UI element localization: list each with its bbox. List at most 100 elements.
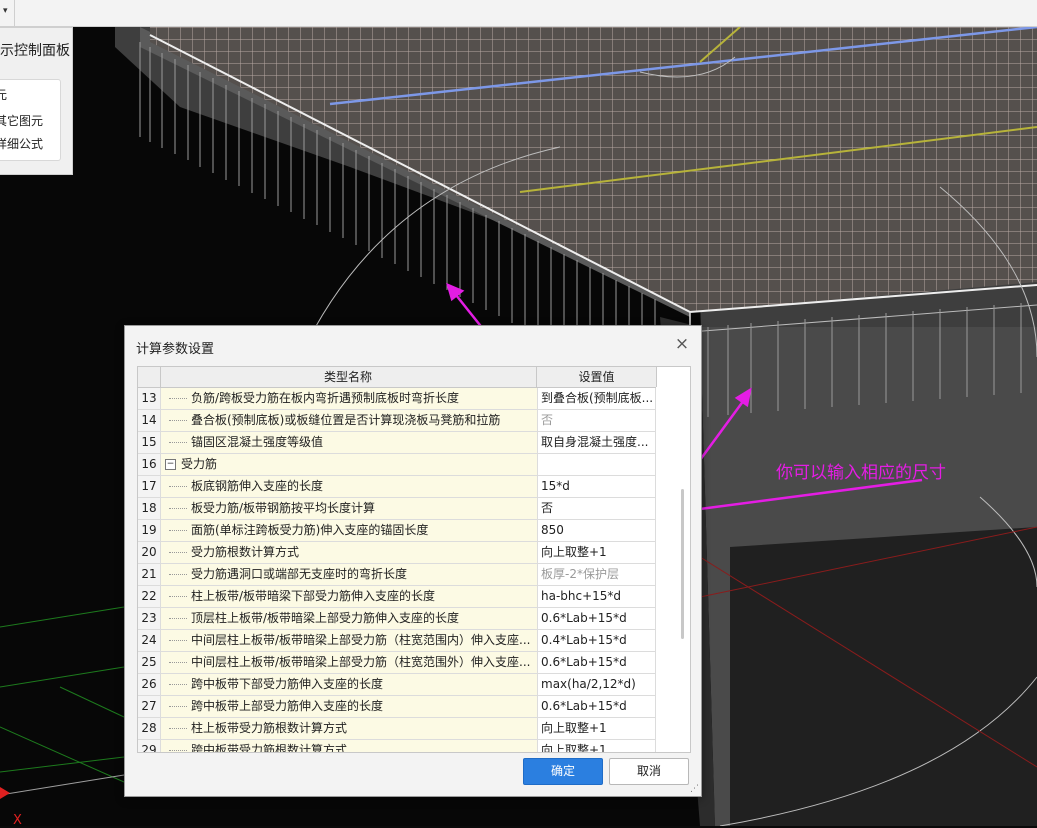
collapse-icon[interactable]: − [165, 459, 176, 470]
table-row[interactable]: 20 受力筋根数计算方式 向上取整+1 [138, 542, 656, 564]
tree-connector [169, 750, 187, 751]
row-name-cell: 柱上板带/板带暗梁下部受力筋伸入支座的长度 [161, 586, 538, 607]
header-name-column[interactable]: 类型名称 [160, 367, 537, 387]
row-value-cell[interactable]: 850 [538, 520, 656, 541]
row-number: 28 [138, 718, 161, 739]
tree-connector [169, 442, 187, 443]
calc-params-dialog: 计算参数设置 × 类型名称 设置值 13 负筋/跨板受力筋在板内弯折遇预制底板时弯… [124, 325, 702, 797]
table-row[interactable]: 28 柱上板带受力筋根数计算方式 向上取整+1 [138, 718, 656, 740]
row-name-cell: 跨中板带上部受力筋伸入支座的长度 [161, 696, 538, 717]
row-name-label: 锚固区混凝土强度等级值 [191, 435, 324, 449]
table-row[interactable]: 22 柱上板带/板带暗梁下部受力筋伸入支座的长度 ha-bhc+15*d [138, 586, 656, 608]
table-row[interactable]: 24 中间层柱上板带/板带暗梁上部受力筋（柱宽范围内）伸入支座... 0.4*Lab… [138, 630, 656, 652]
row-number: 22 [138, 586, 161, 607]
row-value-cell[interactable]: 板厚-2*保护层 [538, 564, 656, 585]
table-row[interactable]: 29 跨中板带受力筋根数计算方式 向上取整+1 [138, 740, 656, 753]
row-name-cell: 面筋(单标注跨板受力筋)伸入支座的锚固长度 [161, 520, 538, 541]
row-number: 23 [138, 608, 161, 629]
cancel-button[interactable]: 取消 [609, 758, 689, 785]
row-value-cell[interactable]: 否 [538, 410, 656, 431]
tree-connector [169, 728, 187, 729]
row-number: 26 [138, 674, 161, 695]
header-value-column[interactable]: 设置值 [537, 367, 657, 387]
row-value-cell[interactable] [538, 454, 656, 475]
vertical-scrollbar[interactable] [657, 367, 689, 752]
row-value-cell[interactable]: 向上取整+1 [538, 718, 656, 739]
row-number: 24 [138, 630, 161, 651]
table-row[interactable]: 13 负筋/跨板受力筋在板内弯折遇预制底板时弯折长度 到叠合板(预制底板... [138, 388, 656, 410]
dialog-title: 计算参数设置 [136, 342, 215, 357]
ok-button[interactable]: 确定 [523, 758, 603, 785]
tree-connector [169, 552, 187, 553]
row-name-label: 柱上板带受力筋根数计算方式 [191, 721, 348, 735]
header-num-column [138, 367, 161, 387]
control-option-1[interactable]: 元 [0, 86, 7, 103]
tree-connector [169, 530, 187, 531]
row-name-cell: 叠合板(预制底板)或板缝位置是否计算现浇板马凳筋和拉筋 [161, 410, 538, 431]
params-table: 类型名称 设置值 13 负筋/跨板受力筋在板内弯折遇预制底板时弯折长度 到叠合板(预… [137, 366, 691, 753]
row-value-cell[interactable]: 0.6*Lab+15*d [538, 608, 656, 629]
row-value-cell[interactable]: ha-bhc+15*d [538, 586, 656, 607]
table-row[interactable]: 17 板底钢筋伸入支座的长度 15*d [138, 476, 656, 498]
table-row[interactable]: 16− 受力筋 [138, 454, 656, 476]
row-value-cell[interactable]: 到叠合板(预制底板... [538, 388, 656, 409]
resize-grip-icon[interactable]: ⋰ [690, 784, 699, 794]
dropdown-arrow-icon[interactable]: ▾ [3, 6, 8, 16]
row-value-cell[interactable]: 0.6*Lab+15*d [538, 652, 656, 673]
close-icon[interactable]: × [673, 335, 691, 353]
control-option-3[interactable]: 详细公式 [0, 135, 43, 152]
row-name-cell: 中间层柱上板带/板带暗梁上部受力筋（柱宽范围外）伸入支座... [161, 652, 538, 673]
row-number: 20 [138, 542, 161, 563]
row-number: 27 [138, 696, 161, 717]
annotation-text: 你可以输入相应的尺寸 [776, 463, 946, 483]
scrollbar-thumb[interactable] [681, 489, 684, 639]
row-name-label: 板底钢筋伸入支座的长度 [191, 479, 324, 493]
row-number: 13 [138, 388, 161, 409]
tree-connector [169, 398, 187, 399]
row-number: 16 [138, 454, 161, 475]
table-body: 13 负筋/跨板受力筋在板内弯折遇预制底板时弯折长度 到叠合板(预制底板... 14 叠… [138, 388, 656, 753]
row-name-cell: 跨中板带下部受力筋伸入支座的长度 [161, 674, 538, 695]
row-name-cell: − 受力筋 [161, 454, 538, 475]
table-row[interactable]: 21 受力筋遇洞口或端部无支座时的弯折长度 板厚-2*保护层 [138, 564, 656, 586]
table-row[interactable]: 14 叠合板(预制底板)或板缝位置是否计算现浇板马凳筋和拉筋 否 [138, 410, 656, 432]
table-row[interactable]: 18 板受力筋/板带钢筋按平均长度计算 否 [138, 498, 656, 520]
tree-connector [169, 486, 187, 487]
control-option-2[interactable]: 其它图元 [0, 112, 43, 129]
row-name-label: 跨中板带受力筋根数计算方式 [191, 743, 348, 753]
row-name-label: 跨中板带上部受力筋伸入支座的长度 [191, 699, 384, 713]
row-name-label: 受力筋 [181, 457, 218, 471]
tree-connector [169, 684, 187, 685]
row-number: 25 [138, 652, 161, 673]
table-row[interactable]: 25 中间层柱上板带/板带暗梁上部受力筋（柱宽范围外）伸入支座... 0.6*Lab… [138, 652, 656, 674]
row-value-cell[interactable]: 向上取整+1 [538, 542, 656, 563]
row-name-cell: 负筋/跨板受力筋在板内弯折遇预制底板时弯折长度 [161, 388, 538, 409]
table-row[interactable]: 19 面筋(单标注跨板受力筋)伸入支座的锚固长度 850 [138, 520, 656, 542]
row-value-cell[interactable]: 取自身混凝土强度... [538, 432, 656, 453]
row-value-cell[interactable]: 0.6*Lab+15*d [538, 696, 656, 717]
row-name-label: 顶层柱上板带/板带暗梁上部受力筋伸入支座的长度 [191, 611, 460, 625]
row-name-cell: 锚固区混凝土强度等级值 [161, 432, 538, 453]
row-name-cell: 柱上板带受力筋根数计算方式 [161, 718, 538, 739]
row-name-label: 受力筋根数计算方式 [191, 545, 300, 559]
tree-connector [169, 618, 187, 619]
table-row[interactable]: 15 锚固区混凝土强度等级值 取自身混凝土强度... [138, 432, 656, 454]
tree-connector [169, 596, 187, 597]
table-row[interactable]: 27 跨中板带上部受力筋伸入支座的长度 0.6*Lab+15*d [138, 696, 656, 718]
row-value-cell[interactable]: 否 [538, 498, 656, 519]
control-panel-options: 元 其它图元 详细公式 [0, 79, 61, 161]
row-name-cell: 跨中板带受力筋根数计算方式 [161, 740, 538, 753]
row-value-cell[interactable]: 0.4*Lab+15*d [538, 630, 656, 651]
table-row[interactable]: 23 顶层柱上板带/板带暗梁上部受力筋伸入支座的长度 0.6*Lab+15*d [138, 608, 656, 630]
row-value-cell[interactable]: max(ha/2,12*d) [538, 674, 656, 695]
control-panel-title: 示控制面板 [0, 43, 70, 59]
tree-connector [169, 574, 187, 575]
row-value-cell[interactable]: 向上取整+1 [538, 740, 656, 752]
row-number: 14 [138, 410, 161, 431]
row-name-label: 中间层柱上板带/板带暗梁上部受力筋（柱宽范围外）伸入支座... [191, 655, 531, 669]
row-value-cell[interactable]: 15*d [538, 476, 656, 497]
row-name-label: 柱上板带/板带暗梁下部受力筋伸入支座的长度 [191, 589, 436, 603]
row-name-cell: 受力筋遇洞口或端部无支座时的弯折长度 [161, 564, 538, 585]
table-row[interactable]: 26 跨中板带下部受力筋伸入支座的长度 max(ha/2,12*d) [138, 674, 656, 696]
row-number: 29 [138, 740, 161, 752]
